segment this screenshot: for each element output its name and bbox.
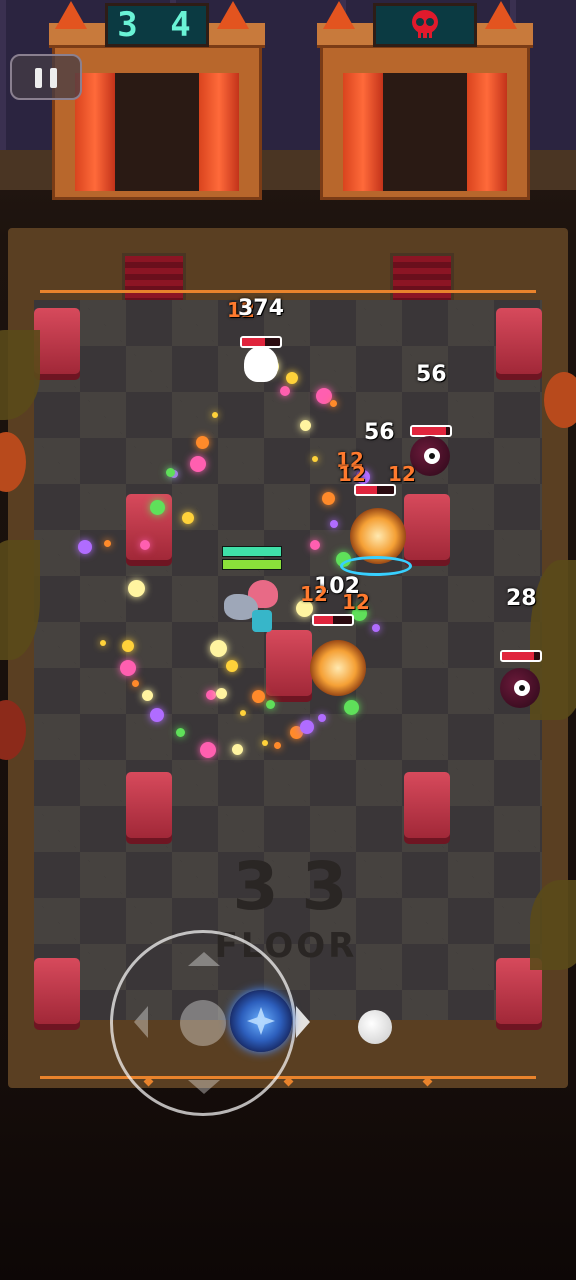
pillar — [126, 772, 172, 838]
fire-beast-enemy — [310, 640, 366, 696]
spell-particle — [318, 714, 326, 722]
spell-particle — [140, 540, 150, 550]
spell-particle — [200, 742, 216, 758]
player-character — [224, 580, 284, 638]
player-hp-bar — [222, 546, 282, 570]
pillar — [266, 630, 312, 696]
pillar — [496, 308, 542, 374]
wall-lantern — [544, 372, 576, 428]
left-arrow-icon — [134, 1006, 148, 1038]
player-body — [252, 610, 272, 632]
pillar — [404, 772, 450, 838]
damage-number: 12 — [388, 462, 416, 486]
damage-number: 12 — [338, 462, 366, 486]
spell-particle — [322, 492, 335, 505]
spell-particle — [196, 436, 209, 449]
spell-particle — [78, 540, 92, 554]
spell-particle — [226, 660, 238, 672]
damage-number: 56 — [416, 362, 447, 387]
spell-particle — [344, 700, 359, 715]
curtain-right — [199, 73, 239, 191]
pillar — [34, 308, 80, 374]
pause-button[interactable] — [10, 54, 82, 100]
spell-particle — [104, 540, 111, 547]
roof-spike — [323, 1, 355, 29]
spell-particle — [300, 720, 314, 734]
curtain-left — [343, 73, 383, 191]
spell-particle — [212, 412, 218, 418]
right-arrow-icon — [296, 1006, 310, 1038]
joystick-center — [180, 1000, 226, 1046]
crosshair-icon — [247, 1007, 275, 1035]
spell-particle — [280, 386, 290, 396]
up-arrow-icon — [188, 952, 220, 966]
game-screen: 3 4 3 3 FLOOR 12 374 56 56 12 12 12 102 … — [0, 0, 576, 1280]
spell-particle — [150, 708, 164, 722]
spell-particle — [240, 710, 246, 716]
skull-board — [373, 3, 477, 47]
pause-icon — [35, 68, 42, 88]
pillar — [34, 958, 80, 1024]
spell-particle — [330, 400, 337, 407]
spell-particle — [310, 540, 320, 550]
roof-spike — [55, 1, 87, 29]
spell-particle — [252, 690, 265, 703]
target-ring — [340, 556, 412, 576]
spell-particle — [182, 512, 194, 524]
spell-particle — [190, 456, 206, 472]
spell-particle — [100, 640, 106, 646]
eyeball-enemy — [500, 668, 540, 708]
eyeball-enemy — [410, 436, 450, 476]
enemy-hp-bar — [312, 614, 354, 626]
eye-icon — [514, 680, 530, 696]
down-arrow-icon — [188, 1080, 220, 1094]
score-board: 3 4 — [105, 3, 209, 47]
spell-particle — [372, 624, 380, 632]
spell-particle — [122, 640, 134, 652]
spell-particle — [216, 688, 227, 699]
spell-particle — [176, 728, 185, 737]
damage-number: 56 — [364, 420, 395, 445]
spell-particle — [262, 740, 268, 746]
damage-number: 12 — [300, 582, 328, 606]
curtain-right — [467, 73, 507, 191]
spell-particle — [286, 372, 298, 384]
spell-particle — [132, 680, 139, 687]
eye-icon — [424, 448, 440, 464]
roof-spike — [217, 1, 249, 29]
spell-particle — [210, 640, 227, 657]
pause-icon — [50, 68, 57, 88]
skill-button[interactable] — [358, 1010, 392, 1044]
floor-number: 3 3 — [232, 848, 348, 925]
joystick-knob[interactable] — [230, 990, 292, 1052]
spell-particle — [150, 500, 165, 515]
spell-particle — [300, 420, 311, 431]
ghost-enemy — [244, 346, 278, 382]
skull-icon — [412, 10, 438, 38]
spell-particle — [120, 660, 136, 676]
pillar — [126, 494, 172, 560]
spell-particle — [206, 690, 216, 700]
right-gate-booth — [317, 1, 533, 200]
enemy-hp-bar — [500, 650, 542, 662]
spell-particle — [142, 690, 153, 701]
spell-particle — [128, 580, 145, 597]
spell-particle — [274, 742, 281, 749]
damage-number: 12 — [342, 590, 370, 614]
left-gate-booth: 3 4 — [49, 1, 265, 200]
spell-particle — [166, 468, 175, 477]
damage-number: 28 — [506, 586, 537, 611]
pillar — [404, 494, 450, 560]
spell-particle — [330, 520, 338, 528]
spell-particle — [232, 744, 243, 755]
spell-particle — [312, 456, 318, 462]
top-rail — [40, 290, 536, 293]
spell-particle — [266, 700, 275, 709]
damage-number: 374 — [238, 296, 284, 321]
roof-spike — [485, 1, 517, 29]
